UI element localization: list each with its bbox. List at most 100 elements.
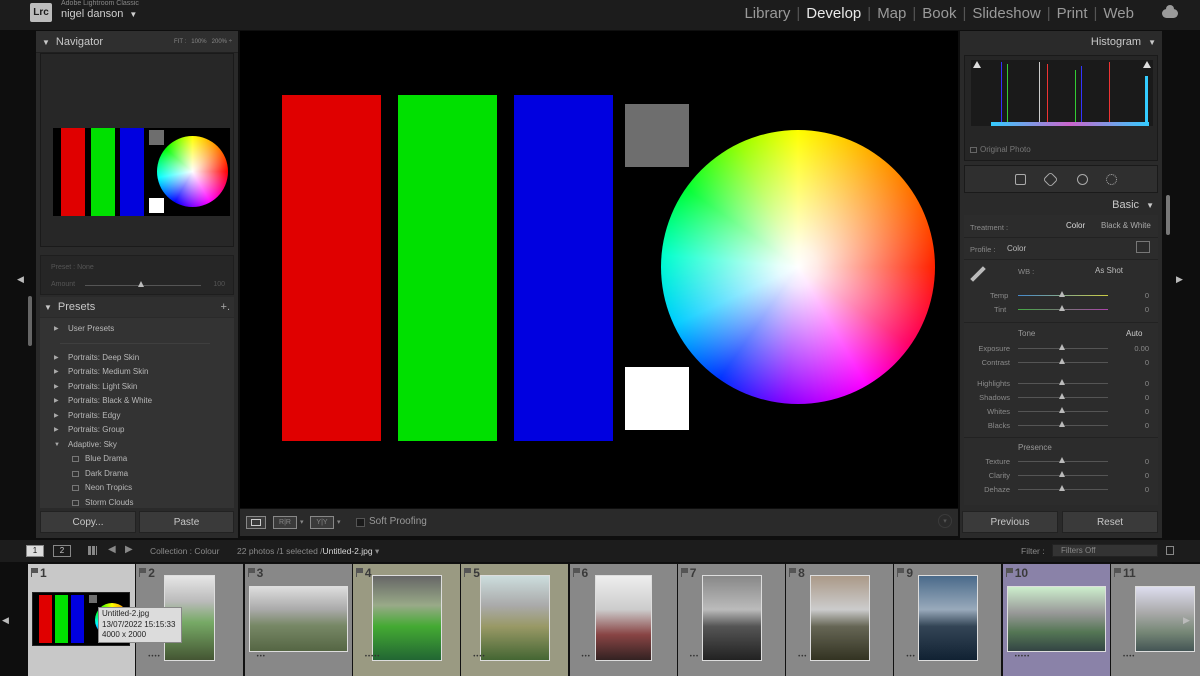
filmstrip-thumbnail[interactable]: 5 •••• (461, 564, 569, 676)
shadows-slider-thumb[interactable] (1059, 393, 1065, 399)
image-canvas[interactable] (240, 31, 958, 508)
whites-slider-thumb[interactable] (1059, 407, 1065, 413)
secondary-window-button[interactable]: 2 (53, 545, 71, 557)
module-slideshow[interactable]: Slideshow (972, 5, 1040, 22)
add-preset-icon[interactable]: +. (221, 297, 230, 317)
module-web[interactable]: Web (1103, 5, 1134, 22)
left-panel-toggle-icon[interactable]: ◀ (17, 274, 24, 285)
blacks-slider-thumb[interactable] (1059, 421, 1065, 427)
dropdown-icon[interactable]: ▾ (337, 518, 341, 526)
preset-folder[interactable]: ▶ Portraits: Black & White (40, 394, 234, 409)
filmstrip-thumbnail[interactable]: 4 ••••• (352, 564, 460, 676)
star-rating[interactable]: •••• (148, 654, 160, 660)
photo-count[interactable]: 22 photos /1 selected /Untitled-2.jpg ▾ (237, 546, 379, 557)
preset-folder-expanded[interactable]: ▼ Adaptive: Sky (40, 438, 234, 453)
cloud-icon[interactable] (1162, 5, 1178, 18)
texture-slider-thumb[interactable] (1059, 457, 1065, 463)
flag-icon[interactable] (897, 568, 905, 577)
before-after-icon[interactable]: R|R (273, 516, 297, 529)
star-rating[interactable]: ••• (798, 654, 807, 660)
flag-icon[interactable] (680, 568, 688, 577)
back-arrow-icon[interactable]: ◀ (108, 544, 116, 555)
preset-item[interactable]: Dark Drama (40, 467, 234, 482)
preset-folder[interactable]: ▶ Portraits: Light Skin (40, 380, 234, 395)
highlights-value[interactable]: 0 (1124, 379, 1149, 388)
flag-icon[interactable] (789, 568, 797, 577)
healing-tool-icon[interactable] (1042, 171, 1059, 188)
star-rating[interactable]: ••• (582, 654, 591, 660)
preset-folder[interactable]: ▶ Portraits: Edgy (40, 409, 234, 424)
flag-icon[interactable] (247, 568, 255, 577)
star-rating[interactable]: ••• (690, 654, 699, 660)
before-after-yy-icon[interactable]: Y|Y (310, 516, 334, 529)
filmstrip-scroll-left-icon[interactable]: ◀ (2, 615, 9, 626)
before-after-dropdown-icon[interactable]: ▾ (300, 518, 304, 526)
histogram-header[interactable]: Histogram ▼ (960, 31, 1162, 53)
profile-dropdown[interactable]: Color (1007, 244, 1026, 253)
amount-slider-thumb[interactable] (138, 281, 144, 287)
filmstrip-scroll-right-icon[interactable]: ▶ (1183, 615, 1190, 626)
preset-item[interactable]: Storm Clouds (40, 496, 234, 509)
filter-dropdown[interactable]: Filters Off (1052, 544, 1158, 557)
navigator-zoom-options[interactable]: FIT : 100% 200% ÷ (174, 31, 232, 53)
blacks-value[interactable]: 0 (1124, 421, 1149, 430)
preset-folder[interactable]: ▶ User Presets (40, 322, 234, 337)
flag-icon[interactable] (139, 568, 147, 577)
preset-item[interactable]: Neon Tropics (40, 481, 234, 496)
eyedropper-icon[interactable] (970, 266, 986, 282)
tint-value[interactable]: 0 (1124, 305, 1149, 314)
wb-dropdown[interactable]: As Shot (1095, 266, 1123, 275)
star-rating[interactable]: ••• (257, 654, 266, 660)
filter-lock-icon[interactable] (1166, 546, 1174, 555)
module-library[interactable]: Library (744, 5, 790, 22)
red-eye-tool-icon[interactable] (1077, 174, 1088, 185)
primary-window-button[interactable]: 1 (26, 545, 44, 557)
clarity-slider-thumb[interactable] (1059, 471, 1065, 477)
contrast-slider-thumb[interactable] (1059, 358, 1065, 364)
flag-icon[interactable] (355, 568, 363, 577)
module-book[interactable]: Book (922, 5, 956, 22)
grid-view-icon[interactable] (88, 546, 97, 555)
star-rating[interactable]: ••••• (365, 654, 381, 660)
soft-proofing-checkbox[interactable] (356, 518, 365, 527)
identity-plate[interactable]: nigel danson ▼ (61, 8, 137, 20)
contrast-value[interactable]: 0 (1124, 358, 1149, 367)
previous-button[interactable]: Previous (962, 511, 1058, 533)
masking-tool-icon[interactable] (1106, 174, 1117, 185)
preset-folder[interactable]: ▶ Portraits: Medium Skin (40, 365, 234, 380)
right-scrollbar[interactable] (1166, 195, 1170, 235)
navigator-preview[interactable] (40, 53, 234, 247)
flag-icon[interactable] (31, 568, 38, 577)
original-photo-toggle[interactable]: Original Photo (970, 145, 1031, 154)
temp-slider-thumb[interactable] (1059, 291, 1065, 297)
loupe-view-icon[interactable] (246, 516, 266, 529)
reset-button[interactable]: Reset (1062, 511, 1158, 533)
forward-arrow-icon[interactable]: ▶ (125, 544, 133, 555)
filmstrip-thumbnail[interactable]: 9 ••• (894, 564, 1002, 676)
navigator-header[interactable]: ▼ Navigator FIT : 100% 200% ÷ (36, 31, 238, 53)
star-rating[interactable]: ••••• (1015, 654, 1031, 660)
auto-button[interactable]: Auto (1126, 329, 1142, 338)
shadow-clipping-icon[interactable] (973, 61, 981, 68)
crop-tool-icon[interactable] (1015, 174, 1026, 185)
preset-folder[interactable]: ▶ Portraits: Group (40, 423, 234, 438)
star-rating[interactable]: ••• (906, 654, 915, 660)
filmstrip-thumbnail[interactable]: 6 ••• (569, 564, 677, 676)
filmstrip-thumbnail[interactable]: 7 ••• (677, 564, 785, 676)
profile-browser-icon[interactable] (1136, 241, 1150, 253)
module-print[interactable]: Print (1057, 5, 1088, 22)
whites-value[interactable]: 0 (1124, 407, 1149, 416)
checkbox[interactable] (970, 146, 977, 153)
preset-item[interactable]: Blue Drama (40, 452, 234, 467)
star-rating[interactable]: •••• (1123, 654, 1135, 660)
presets-header[interactable]: ▼ Presets +. (40, 297, 234, 317)
highlight-clipping-icon[interactable] (1143, 61, 1151, 68)
left-scrollbar[interactable] (28, 296, 32, 346)
temp-value[interactable]: 0 (1124, 291, 1149, 300)
module-develop[interactable]: Develop (806, 5, 861, 22)
star-rating[interactable]: •••• (473, 654, 485, 660)
paste-button[interactable]: Paste (139, 511, 234, 533)
filmstrip-thumbnail[interactable]: 8 ••• (786, 564, 894, 676)
flag-icon[interactable] (1005, 568, 1013, 577)
copy-button[interactable]: Copy... (40, 511, 136, 533)
